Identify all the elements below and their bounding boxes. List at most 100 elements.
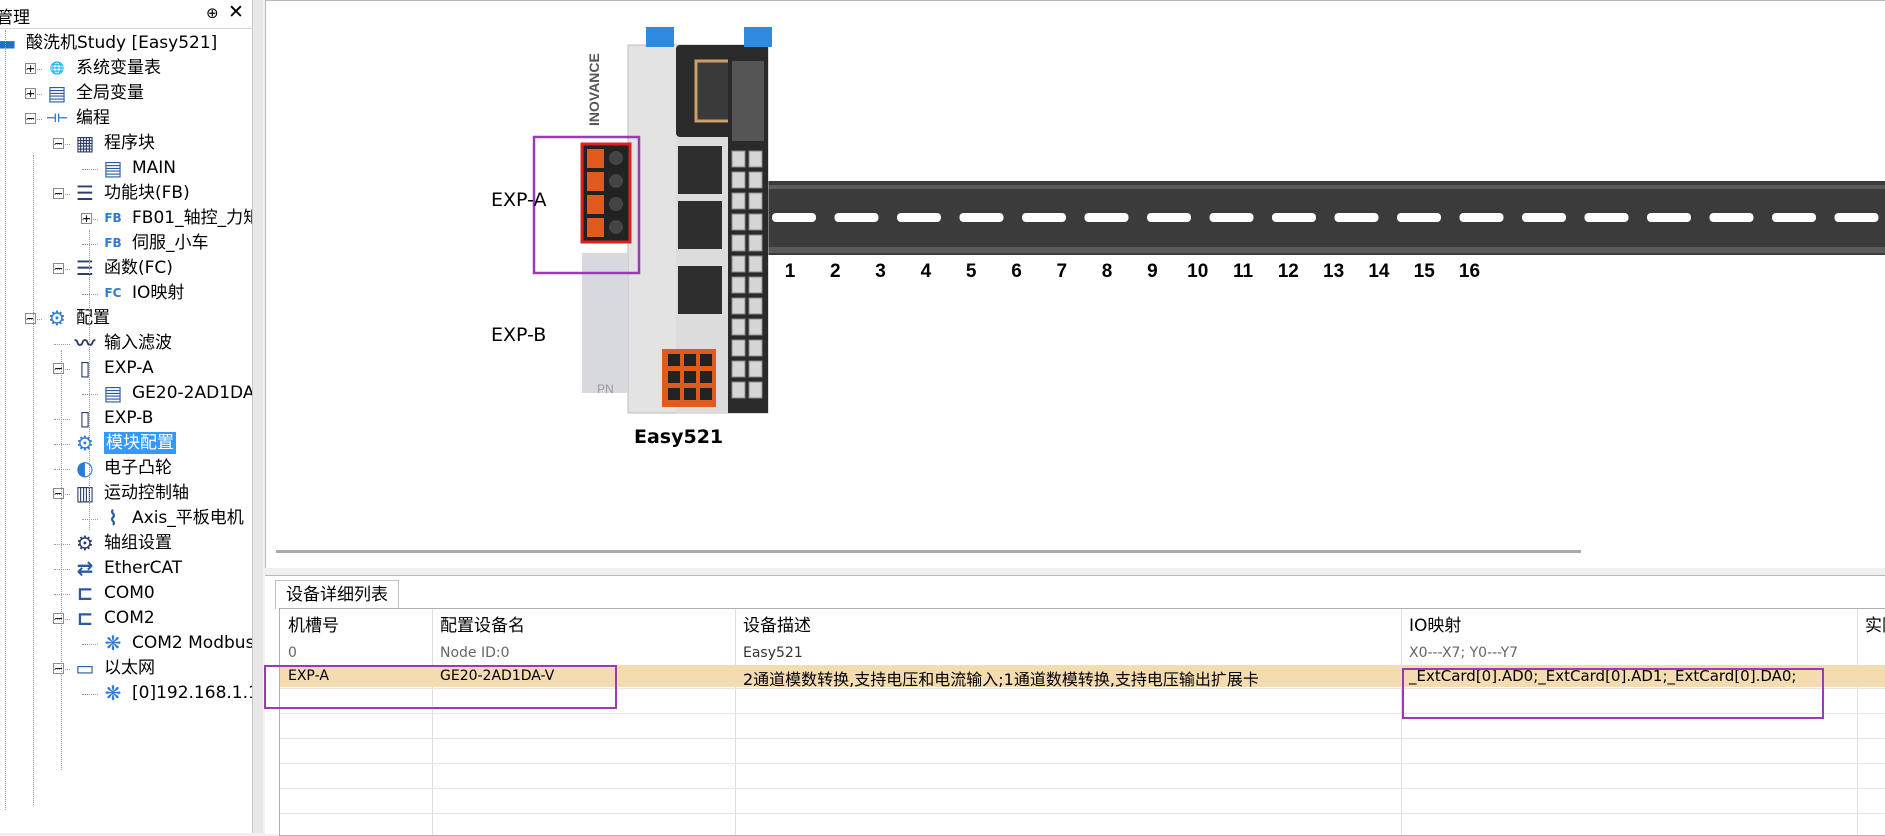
- slot-number-6[interactable]: 6: [1011, 261, 1022, 282]
- tree-item[interactable]: ⌇ Axis_平板电机: [100, 504, 244, 532]
- card-icon: ▤: [103, 381, 123, 405]
- hardware-diagram: PN INOVANCE 1 2 3 4 5 6 7 8 9 10 11 12 13 14 15 16: [532, 27, 1885, 414]
- ethercat-icon: ⇄: [76, 556, 94, 580]
- tree-item[interactable]: ▤ 全局变量: [44, 79, 144, 107]
- terminal-pin: [731, 276, 746, 294]
- tree-item[interactable]: ☰ 函数(FC): [72, 254, 173, 282]
- device-detail-panel: 设备详细列表 机槽号 配置设备名 设备描述 IO映射 实际 0 Node ID:…: [265, 575, 1885, 836]
- terminal-pin: [748, 276, 763, 294]
- pin-icon[interactable]: ⊕: [206, 4, 219, 22]
- tree-connector: [54, 144, 70, 145]
- column-header-actual[interactable]: 实际: [1857, 609, 1885, 643]
- terminal-pin: [731, 192, 746, 210]
- slot-icon: ▯: [79, 406, 91, 430]
- tree-item[interactable]: 🌐 系统变量表: [44, 54, 161, 82]
- plc-device[interactable]: PN INOVANCE: [580, 27, 772, 414]
- tree-item[interactable]: ▦ 程序块: [72, 129, 155, 157]
- rail-slot-mark: [1834, 213, 1879, 222]
- tree-item[interactable]: ▭ 以太网: [72, 654, 155, 682]
- tree-item[interactable]: FB 伺服_小车: [100, 229, 209, 257]
- rail-slot-mark: [1459, 213, 1504, 222]
- canvas-scrollbar[interactable]: [276, 550, 1581, 553]
- tree-item[interactable]: ❋ [0]192.168.1.1: [100, 679, 258, 707]
- tree-item-label: 酸洗机Study [Easy521]: [26, 33, 218, 53]
- slot-number-7[interactable]: 7: [1057, 261, 1068, 282]
- terminal-pin: [731, 234, 746, 252]
- column-header-device-name[interactable]: 配置设备名: [432, 609, 735, 643]
- tree-item[interactable]: ☰ 功能块(FB): [72, 179, 190, 207]
- table-row[interactable]: 0 Node ID:0 Easy521 X0---X7; Y0---Y7: [280, 645, 1885, 663]
- column-header-slot[interactable]: 机槽号: [280, 609, 432, 643]
- rail-slot-mark: [1709, 213, 1754, 222]
- tree-connector: [54, 444, 70, 445]
- terminal-pin: [748, 297, 763, 315]
- tree-connector: [54, 344, 70, 345]
- program-icon: ▤: [103, 156, 123, 180]
- slot-number-16[interactable]: 16: [1459, 261, 1480, 282]
- tree-item[interactable]: ⊣⊢ 编程: [44, 104, 110, 132]
- terminal-pin: [731, 339, 746, 357]
- tree-connector: [54, 544, 70, 545]
- tree-item[interactable]: 〰输入滤波: [72, 329, 172, 357]
- tree-connector: [54, 669, 70, 670]
- terminal-pin: [748, 234, 763, 252]
- slot-number-9[interactable]: 9: [1147, 261, 1158, 282]
- slot-number-2[interactable]: 2: [830, 261, 841, 282]
- tree-connector: [82, 519, 98, 520]
- slot-number-14[interactable]: 14: [1368, 261, 1390, 282]
- tree-item-label: FB01_轴控_力矩: [132, 208, 258, 228]
- tree-item[interactable]: ⚙ 配置: [44, 304, 110, 332]
- tree-item[interactable]: ▯ EXP-A: [72, 354, 153, 382]
- column-header-io-mapping[interactable]: IO映射: [1401, 609, 1857, 643]
- table-row-selected[interactable]: EXP-A GE20-2AD1DA-V 2通道模数转换,支持电压和电流输入;1通…: [280, 665, 1885, 689]
- serial-port-icon: ⊏: [76, 581, 94, 605]
- slot-number-5[interactable]: 5: [966, 261, 977, 282]
- tree-item[interactable]: ▬ 酸洗机Study [Easy521]: [0, 29, 217, 57]
- tree-item[interactable]: ⇄ EtherCAT: [72, 554, 183, 582]
- tree-item[interactable]: ⚙ 轴组设置: [72, 529, 172, 557]
- tree-item[interactable]: ▯ EXP-B: [72, 404, 153, 432]
- slot-number-13[interactable]: 13: [1323, 261, 1344, 282]
- tree-item-label: 以太网: [104, 658, 155, 678]
- rail-slot-mark: [772, 213, 816, 222]
- tree-item[interactable]: ❋ COM2 Modbus: [100, 629, 255, 657]
- cell-device-name: GE20-2AD1DA-V: [440, 668, 555, 684]
- pn-label: PN: [597, 382, 614, 396]
- list-icon: ▤: [47, 81, 67, 105]
- column-header-description[interactable]: 设备描述: [735, 609, 1401, 643]
- tree-item[interactable]: FB FB01_轴控_力矩: [100, 204, 258, 232]
- filter-icon: 〰: [75, 331, 95, 355]
- exp-a-label[interactable]: EXP-A: [491, 189, 547, 211]
- tree-connector: [54, 594, 70, 595]
- tree-item-label: 伺服_小车: [132, 233, 209, 253]
- tree-connector: [82, 294, 98, 295]
- tree-item[interactable]: FC IO映射: [100, 279, 184, 307]
- fb-icon: FB: [104, 211, 122, 225]
- slot-number-3[interactable]: 3: [875, 261, 886, 282]
- tree-item[interactable]: ◐ 电子凸轮: [72, 454, 172, 482]
- tree-item-label: 配置: [76, 308, 110, 328]
- rail-slot-mark: [1772, 213, 1816, 222]
- tree-panel-header: 管理 ⊕ ✕: [0, 0, 258, 29]
- tab-device-detail-list[interactable]: 设备详细列表: [275, 580, 399, 609]
- tree-item[interactable]: ⚙ 模块配置: [72, 429, 176, 457]
- slot-number-15[interactable]: 15: [1414, 261, 1436, 282]
- slot-number-11[interactable]: 11: [1233, 261, 1254, 282]
- slot-number-4[interactable]: 4: [921, 261, 932, 282]
- slot-number-8[interactable]: 8: [1102, 261, 1113, 282]
- slot-number-1[interactable]: 1: [785, 261, 796, 282]
- exp-b-label[interactable]: EXP-B: [491, 324, 546, 346]
- tree-connector: [26, 94, 42, 95]
- slot-number-10[interactable]: 10: [1187, 261, 1208, 282]
- tree-item[interactable]: ⊏ COM2: [72, 604, 155, 632]
- slot-number-12[interactable]: 12: [1278, 261, 1299, 282]
- tree-item-label: COM2 Modbus: [132, 633, 255, 653]
- tree-item[interactable]: ▤ GE20-2AD1DA-V: [100, 379, 258, 407]
- rail-slot-mark: [1584, 213, 1629, 222]
- fc-folder-icon: ☰: [76, 256, 94, 280]
- tree-item[interactable]: ▤ MAIN: [100, 154, 176, 182]
- terminal-pin: [731, 318, 746, 336]
- panel-splitter[interactable]: [252, 0, 263, 833]
- close-icon[interactable]: ✕: [228, 1, 244, 23]
- tree-item[interactable]: ⊏ COM0: [72, 579, 155, 607]
